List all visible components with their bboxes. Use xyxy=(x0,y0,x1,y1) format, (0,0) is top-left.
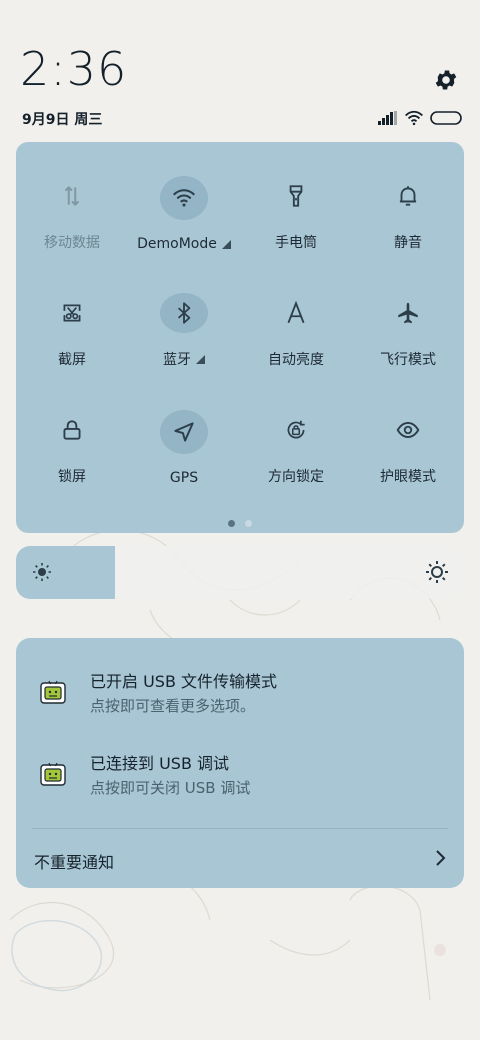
tile-label: 飞行模式 xyxy=(380,349,436,369)
tile-bluetooth[interactable]: 蓝牙 xyxy=(128,259,240,369)
chevron-right-icon xyxy=(436,850,446,866)
battery-icon xyxy=(430,111,462,125)
expand-caret-icon[interactable] xyxy=(221,239,231,249)
tile-auto-brightness[interactable]: 自动亮度 xyxy=(240,259,352,369)
tile-label-text: GPS xyxy=(169,470,199,486)
notification-usb-debugging[interactable]: 已连接到 USB 调试 点按即可关闭 USB 调试 xyxy=(16,720,464,797)
tile-label: 移动数据 xyxy=(44,232,100,252)
brightness-slider[interactable] xyxy=(16,546,464,599)
gear-icon xyxy=(435,70,457,90)
notification-panel: 已开启 USB 文件传输模式 点按即可查看更多选项。 已连接到 USB 调试 点… xyxy=(16,638,464,888)
tile-label: 方向锁定 xyxy=(268,466,324,486)
tile-label: 自动亮度 xyxy=(268,349,324,369)
rotation-lock-icon xyxy=(272,410,320,450)
settings-button[interactable] xyxy=(430,64,462,96)
tile-label-text: 蓝牙 xyxy=(163,352,191,368)
tile-label: 静音 xyxy=(394,232,422,252)
tile-label: 手电筒 xyxy=(275,232,317,252)
tile-label-text: 截屏 xyxy=(58,352,86,368)
tile-gps[interactable]: GPS xyxy=(128,376,240,486)
date-label: 9月9日 周三 xyxy=(22,112,103,128)
tile-label-text: 锁屏 xyxy=(58,469,86,485)
brightness-low-icon xyxy=(33,563,51,581)
tile-label-text: 手电筒 xyxy=(275,235,317,251)
unimportant-notifications-row[interactable]: 不重要通知 xyxy=(16,834,464,882)
notification-body: 点按即可查看更多选项。 xyxy=(90,697,256,715)
tile-flashlight[interactable]: 手电筒 xyxy=(240,142,352,252)
screenshot-icon xyxy=(48,293,96,333)
tile-label-text: 静音 xyxy=(394,235,422,251)
tile-label-text: 方向锁定 xyxy=(268,469,324,485)
notification-title: 已开启 USB 文件传输模式 xyxy=(90,672,278,691)
tile-label: 截屏 xyxy=(58,349,86,369)
tile-airplane[interactable]: 飞行模式 xyxy=(352,259,464,369)
tile-label: GPS xyxy=(170,470,198,486)
tile-eye-care[interactable]: 护眼模式 xyxy=(352,376,464,486)
notification-body: 点按即可关闭 USB 调试 xyxy=(90,779,251,797)
bluetooth-icon xyxy=(160,293,208,333)
brightness-high-icon xyxy=(426,561,448,583)
auto-brightness-icon xyxy=(272,293,320,333)
unimportant-notifications-label: 不重要通知 xyxy=(34,853,115,872)
expand-caret-icon[interactable] xyxy=(196,354,205,364)
navigation-arrow-icon xyxy=(160,410,208,454)
tile-lock-screen[interactable]: 锁屏 xyxy=(16,376,128,486)
android-debug-icon xyxy=(40,762,66,786)
tile-mobile-data[interactable]: 移动数据 xyxy=(16,142,128,252)
android-debug-icon xyxy=(40,680,66,704)
tile-screenshot[interactable]: 截屏 xyxy=(16,259,128,369)
flashlight-icon xyxy=(272,176,320,216)
divider xyxy=(32,828,448,829)
tile-label-text: 飞行模式 xyxy=(380,352,436,368)
tile-wifi[interactable]: DemoMode xyxy=(128,142,240,252)
notification-title: 已连接到 USB 调试 xyxy=(90,754,230,773)
tile-label-text: 自动亮度 xyxy=(268,352,324,368)
page-dot-2[interactable] xyxy=(245,520,252,527)
tile-rotation-lock[interactable]: 方向锁定 xyxy=(240,376,352,486)
status-icons xyxy=(378,108,462,128)
airplane-icon xyxy=(384,293,432,333)
mobile-data-icon xyxy=(48,176,96,216)
wifi-icon xyxy=(160,176,208,220)
tile-label: 蓝牙 xyxy=(163,349,205,369)
lock-icon xyxy=(48,410,96,450)
tile-mute[interactable]: 静音 xyxy=(352,142,464,252)
page-indicator xyxy=(16,520,464,527)
eye-icon xyxy=(384,410,432,450)
notification-usb-transfer[interactable]: 已开启 USB 文件传输模式 点按即可查看更多选项。 xyxy=(16,638,464,715)
clock: 2:36 xyxy=(20,42,128,96)
tile-label: 护眼模式 xyxy=(380,466,436,486)
brightness-fill xyxy=(16,546,115,599)
wifi-icon xyxy=(405,110,423,126)
tile-label: DemoMode xyxy=(137,236,231,252)
signal-icon xyxy=(378,111,397,125)
quick-settings-panel: 移动数据 DemoMode 手电筒 静音截屏 蓝牙 自动亮度 飞行模式锁屏 GPS 方向锁定 护眼… xyxy=(16,142,464,533)
tile-label-text: DemoMode xyxy=(137,236,217,252)
page-dot-1[interactable] xyxy=(228,520,235,527)
bell-icon xyxy=(384,176,432,216)
tile-label-text: 护眼模式 xyxy=(380,469,436,485)
tile-label-text: 移动数据 xyxy=(44,235,100,251)
tile-label: 锁屏 xyxy=(58,466,86,486)
